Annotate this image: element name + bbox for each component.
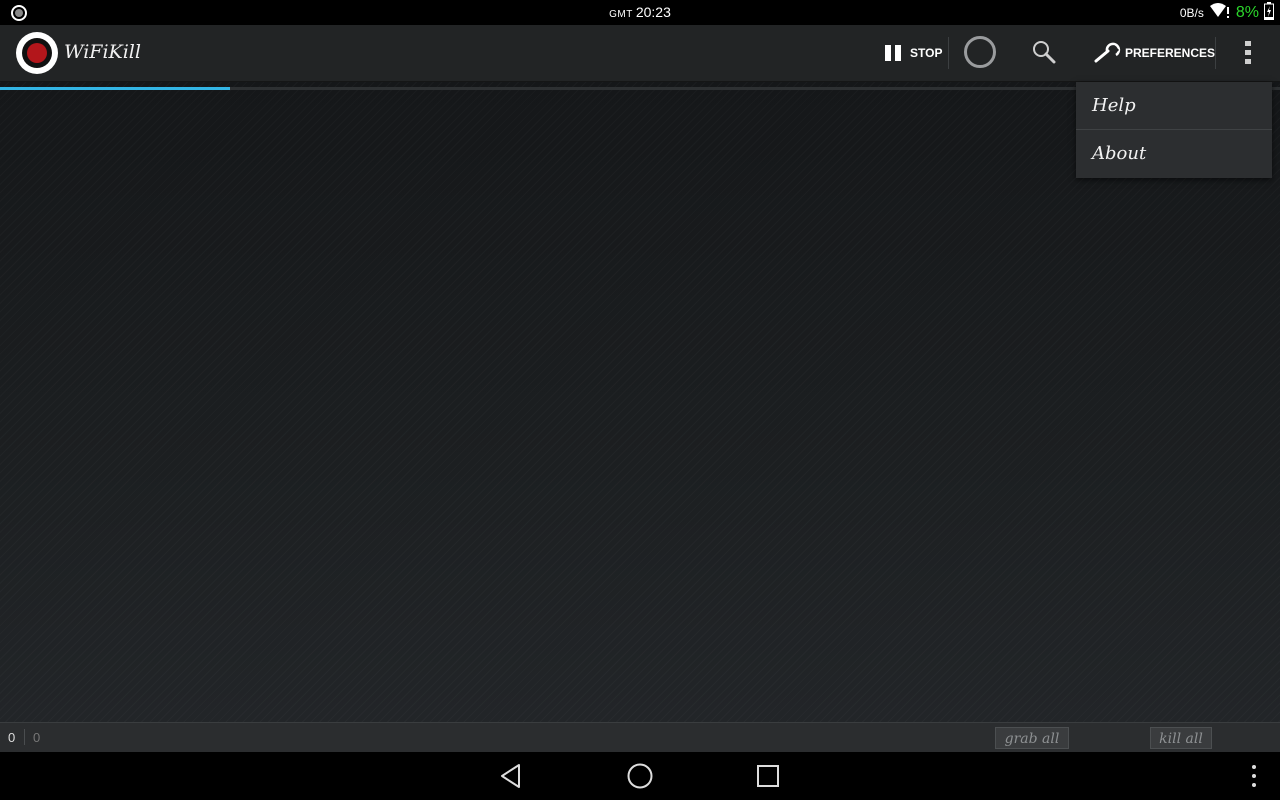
clock-time: 20:23 — [635, 4, 671, 20]
app-title: WiFiKill — [64, 41, 141, 63]
device-count-killed: 0 — [33, 730, 41, 745]
overflow-dropdown-menu: Help About — [1076, 82, 1272, 178]
stop-button[interactable]: STOP — [884, 25, 942, 81]
search-button[interactable] — [1032, 25, 1056, 81]
wifi-alert-icon — [1209, 2, 1231, 24]
refresh-spinner-icon — [963, 35, 997, 72]
overflow-menu-icon — [1238, 40, 1258, 67]
pause-icon — [884, 44, 902, 62]
search-icon — [1032, 40, 1056, 67]
refresh-button[interactable] — [963, 25, 997, 81]
grab-all-button[interactable]: grab all — [995, 727, 1069, 749]
battery-percent: 8% — [1235, 4, 1259, 21]
kill-all-button[interactable]: kill all — [1150, 727, 1212, 749]
back-icon[interactable] — [497, 762, 527, 790]
wrench-icon — [1094, 42, 1122, 64]
overflow-menu-button[interactable] — [1238, 25, 1258, 81]
footer-bar: 0 0 grab all kill all — [0, 722, 1280, 753]
action-divider — [948, 37, 949, 69]
count-divider — [24, 729, 25, 745]
device-list-area — [0, 82, 1280, 722]
scan-progress-fill — [0, 87, 231, 90]
menu-item-help[interactable]: Help — [1076, 82, 1272, 129]
clock: GMT 20:23 — [0, 4, 1280, 20]
menu-item-about[interactable]: About — [1076, 129, 1272, 177]
clock-timezone: GMT — [609, 9, 633, 20]
action-bar: WiFiKill STOP PREFERENCES — [0, 25, 1280, 82]
app-logo-icon[interactable] — [15, 31, 59, 75]
battery-charging-icon — [1264, 2, 1274, 24]
device-count-total: 0 — [8, 730, 16, 745]
net-speed: 0B/s — [1179, 6, 1204, 20]
status-icons: 0B/s 8% — [1179, 2, 1274, 24]
stop-label: STOP — [910, 46, 943, 60]
navigation-bar — [0, 752, 1280, 800]
preferences-button[interactable]: PREFERENCES — [1094, 25, 1215, 81]
preferences-label: PREFERENCES — [1125, 46, 1216, 60]
home-icon[interactable] — [625, 762, 655, 790]
recents-icon[interactable] — [753, 762, 783, 790]
status-bar: GMT 20:23 0B/s 8% — [0, 0, 1280, 25]
menu-dots-icon[interactable] — [1240, 762, 1268, 790]
action-divider-2 — [1215, 37, 1216, 69]
